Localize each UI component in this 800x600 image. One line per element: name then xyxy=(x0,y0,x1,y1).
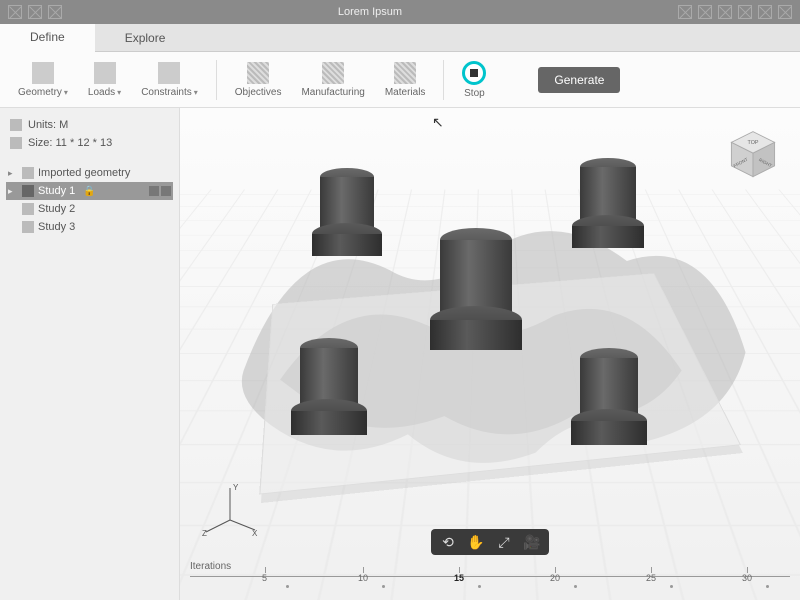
expand-icon: ▸ xyxy=(8,168,18,179)
manufacturing-tool[interactable]: Manufacturing xyxy=(293,58,372,102)
size-row: Size: 11 * 12 * 13 xyxy=(6,134,173,152)
svg-text:Y: Y xyxy=(233,483,239,492)
cylinder xyxy=(580,158,644,248)
iteration-tick[interactable]: 15 xyxy=(454,573,464,583)
constraints-tool[interactable]: Constraints▾ xyxy=(133,58,206,102)
svg-text:X: X xyxy=(252,529,258,538)
cursor-icon: ↖ xyxy=(432,114,444,131)
titlebar-icon[interactable] xyxy=(8,5,22,19)
iterations-track[interactable]: 5 10 15 20 25 30 xyxy=(190,576,790,590)
chevron-down-icon: ▾ xyxy=(64,88,68,97)
loads-icon xyxy=(94,62,116,84)
geometry-icon xyxy=(32,62,54,84)
titlebar-icon[interactable] xyxy=(48,5,62,19)
titlebar-icon[interactable] xyxy=(698,5,712,19)
iteration-tick[interactable]: 25 xyxy=(646,573,656,583)
geometry-tool[interactable]: Geometry▾ xyxy=(10,58,76,102)
folder-icon xyxy=(22,167,34,179)
window-title: Lorem Ipsum xyxy=(62,6,678,18)
toolbar: Geometry▾ Loads▾ Constraints▾ Objectives… xyxy=(0,52,800,108)
cylinder xyxy=(440,228,522,350)
titlebar-icon[interactable] xyxy=(678,5,692,19)
iteration-tick[interactable]: 30 xyxy=(742,573,752,583)
tab-define[interactable]: Define xyxy=(0,24,95,52)
folder-icon xyxy=(22,203,34,215)
mode-tabs: Define Explore xyxy=(0,24,800,52)
constraints-icon xyxy=(158,62,180,84)
chevron-down-icon: ▾ xyxy=(117,88,121,97)
units-row: Units: M xyxy=(6,116,173,134)
titlebar-icon[interactable] xyxy=(28,5,42,19)
zoom-icon[interactable]: ⤢ xyxy=(495,533,513,551)
titlebar-icon[interactable] xyxy=(718,5,732,19)
mini-icon[interactable] xyxy=(161,186,171,196)
pan-icon[interactable]: ✋ xyxy=(467,533,485,551)
axis-gizmo: Y X Z xyxy=(200,480,260,540)
titlebar-icon[interactable] xyxy=(778,5,792,19)
cylinder xyxy=(580,348,647,445)
titlebar: Lorem Ipsum xyxy=(0,0,800,24)
tab-explore[interactable]: Explore xyxy=(95,24,196,51)
tree-item-imported[interactable]: ▸ Imported geometry xyxy=(6,164,173,182)
camera-icon[interactable]: 🎥 xyxy=(523,533,541,551)
materials-icon xyxy=(394,62,416,84)
iteration-tick[interactable]: 5 xyxy=(262,573,267,583)
expand-icon: ▸ xyxy=(8,186,18,197)
square-icon xyxy=(10,119,22,131)
viewport[interactable]: ↖ xyxy=(180,108,800,600)
study-tree: ▸ Imported geometry ▸ Study 1 🔒 Study 2 … xyxy=(6,164,173,236)
chevron-down-icon: ▾ xyxy=(194,88,198,97)
iterations-label: Iterations xyxy=(190,561,231,572)
view-cube[interactable]: TOP FRONT RIGHT xyxy=(726,128,780,182)
square-icon xyxy=(10,137,22,149)
view-navbar: ⟲ ✋ ⤢ 🎥 xyxy=(431,529,549,555)
generate-button[interactable]: Generate xyxy=(538,67,620,93)
tree-item-study3[interactable]: Study 3 xyxy=(6,218,173,236)
folder-icon xyxy=(22,185,34,197)
svg-text:Z: Z xyxy=(202,529,207,538)
titlebar-icon[interactable] xyxy=(738,5,752,19)
stop-button[interactable]: Stop xyxy=(454,57,494,103)
svg-text:TOP: TOP xyxy=(748,140,759,146)
cylinder xyxy=(320,168,382,256)
lock-icon: 🔒 xyxy=(83,186,95,197)
cylinder xyxy=(300,338,367,435)
iteration-tick[interactable]: 10 xyxy=(358,573,368,583)
tree-item-study2[interactable]: Study 2 xyxy=(6,200,173,218)
orbit-icon[interactable]: ⟲ xyxy=(439,533,457,551)
stop-icon xyxy=(462,61,486,85)
manufacturing-icon xyxy=(322,62,344,84)
folder-icon xyxy=(22,221,34,233)
materials-tool[interactable]: Materials xyxy=(377,58,434,102)
titlebar-icon[interactable] xyxy=(758,5,772,19)
objectives-icon xyxy=(247,62,269,84)
sidebar: Units: M Size: 11 * 12 * 13 ▸ Imported g… xyxy=(0,108,180,600)
objectives-tool[interactable]: Objectives xyxy=(227,58,290,102)
iteration-tick[interactable]: 20 xyxy=(550,573,560,583)
tree-item-study1[interactable]: ▸ Study 1 🔒 xyxy=(6,182,173,200)
iterations-bar: Iterations 5 10 15 20 25 30 xyxy=(190,561,790,590)
mini-icon[interactable] xyxy=(149,186,159,196)
loads-tool[interactable]: Loads▾ xyxy=(80,58,129,102)
